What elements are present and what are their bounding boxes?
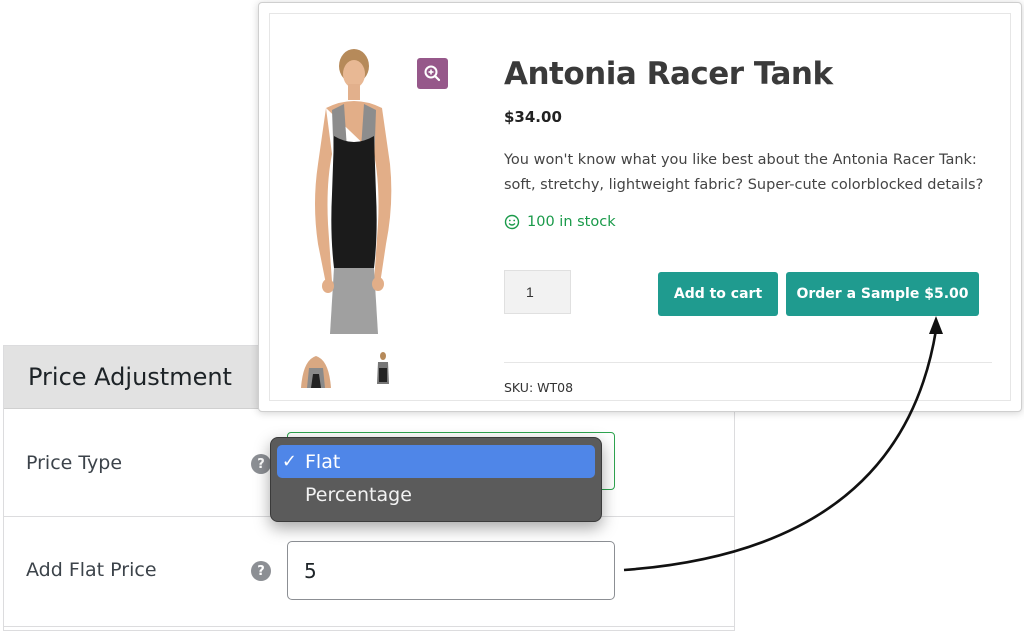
divider bbox=[504, 362, 992, 363]
product-page: Antonia Racer Tank $34.00 You won't know… bbox=[269, 13, 1011, 401]
product-title: Antonia Racer Tank bbox=[504, 56, 833, 92]
add-to-cart-button[interactable]: Add to cart bbox=[658, 272, 778, 316]
stock-text: 100 in stock bbox=[527, 214, 616, 230]
stock-status: 100 in stock bbox=[504, 214, 616, 230]
product-thumbnail[interactable] bbox=[297, 350, 335, 388]
help-icon[interactable]: ? bbox=[251, 561, 271, 581]
order-sample-button[interactable]: Order a Sample $5.00 bbox=[786, 272, 979, 316]
check-icon: ✓ bbox=[281, 451, 297, 472]
flat-price-row: Add Flat Price ? 5 bbox=[4, 517, 734, 627]
option-label: Flat bbox=[305, 450, 341, 473]
flat-price-label: Add Flat Price bbox=[26, 559, 157, 581]
product-price: $34.00 bbox=[504, 108, 562, 126]
dropdown-option-percentage[interactable]: Percentage bbox=[277, 478, 595, 511]
smiley-icon bbox=[504, 214, 520, 230]
panel-title: Price Adjustment bbox=[28, 363, 232, 391]
option-label: Percentage bbox=[305, 483, 412, 506]
zoom-in-icon bbox=[424, 65, 441, 82]
product-thumbnail[interactable] bbox=[368, 350, 398, 388]
help-icon[interactable]: ? bbox=[251, 454, 271, 474]
price-type-label: Price Type bbox=[26, 452, 123, 474]
product-description: You won't know what you like best about … bbox=[504, 152, 984, 193]
quantity-input[interactable]: 1 bbox=[504, 270, 571, 314]
price-type-dropdown[interactable]: ✓ Flat Percentage bbox=[270, 437, 602, 522]
zoom-button[interactable] bbox=[417, 58, 448, 89]
flat-price-input[interactable]: 5 bbox=[287, 541, 615, 600]
product-image[interactable] bbox=[288, 44, 418, 334]
product-card: Antonia Racer Tank $34.00 You won't know… bbox=[258, 2, 1022, 412]
product-sku: SKU: WT08 bbox=[504, 380, 574, 395]
dropdown-option-flat[interactable]: ✓ Flat bbox=[277, 445, 595, 478]
